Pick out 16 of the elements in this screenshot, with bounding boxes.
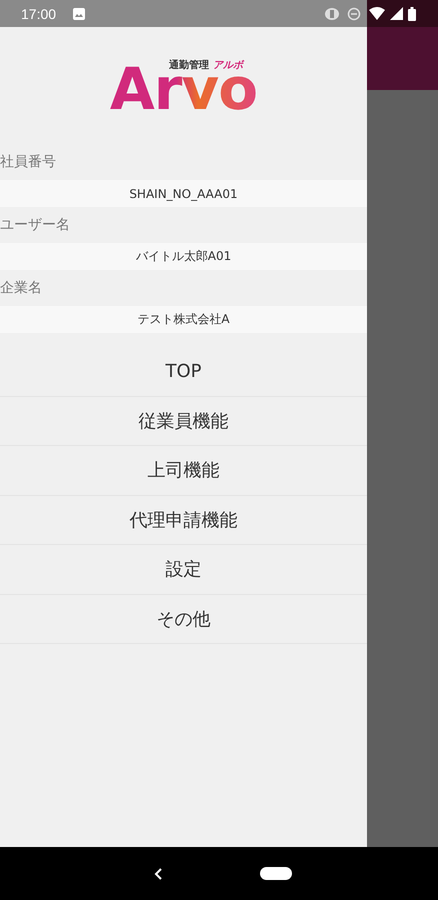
clock: 17:00 bbox=[21, 6, 56, 22]
back-icon[interactable] bbox=[154, 866, 164, 880]
do-not-disturb-icon bbox=[347, 6, 361, 20]
field-value: SHAIN_NO_AAA01 bbox=[0, 180, 367, 207]
app-bar bbox=[367, 27, 438, 90]
field-label: ユーザー名 bbox=[0, 216, 71, 235]
field-value: テスト株式会社A bbox=[0, 306, 367, 333]
field-label: 社員番号 bbox=[0, 153, 57, 172]
field-label: 企業名 bbox=[0, 279, 43, 298]
battery-icon bbox=[408, 6, 416, 20]
home-button[interactable] bbox=[260, 867, 292, 880]
signal-icon bbox=[390, 7, 403, 20]
field-value: バイトル太郎A01 bbox=[0, 243, 367, 270]
wifi-icon bbox=[369, 7, 385, 20]
image-icon bbox=[72, 6, 86, 20]
vibrate-icon bbox=[323, 6, 341, 20]
